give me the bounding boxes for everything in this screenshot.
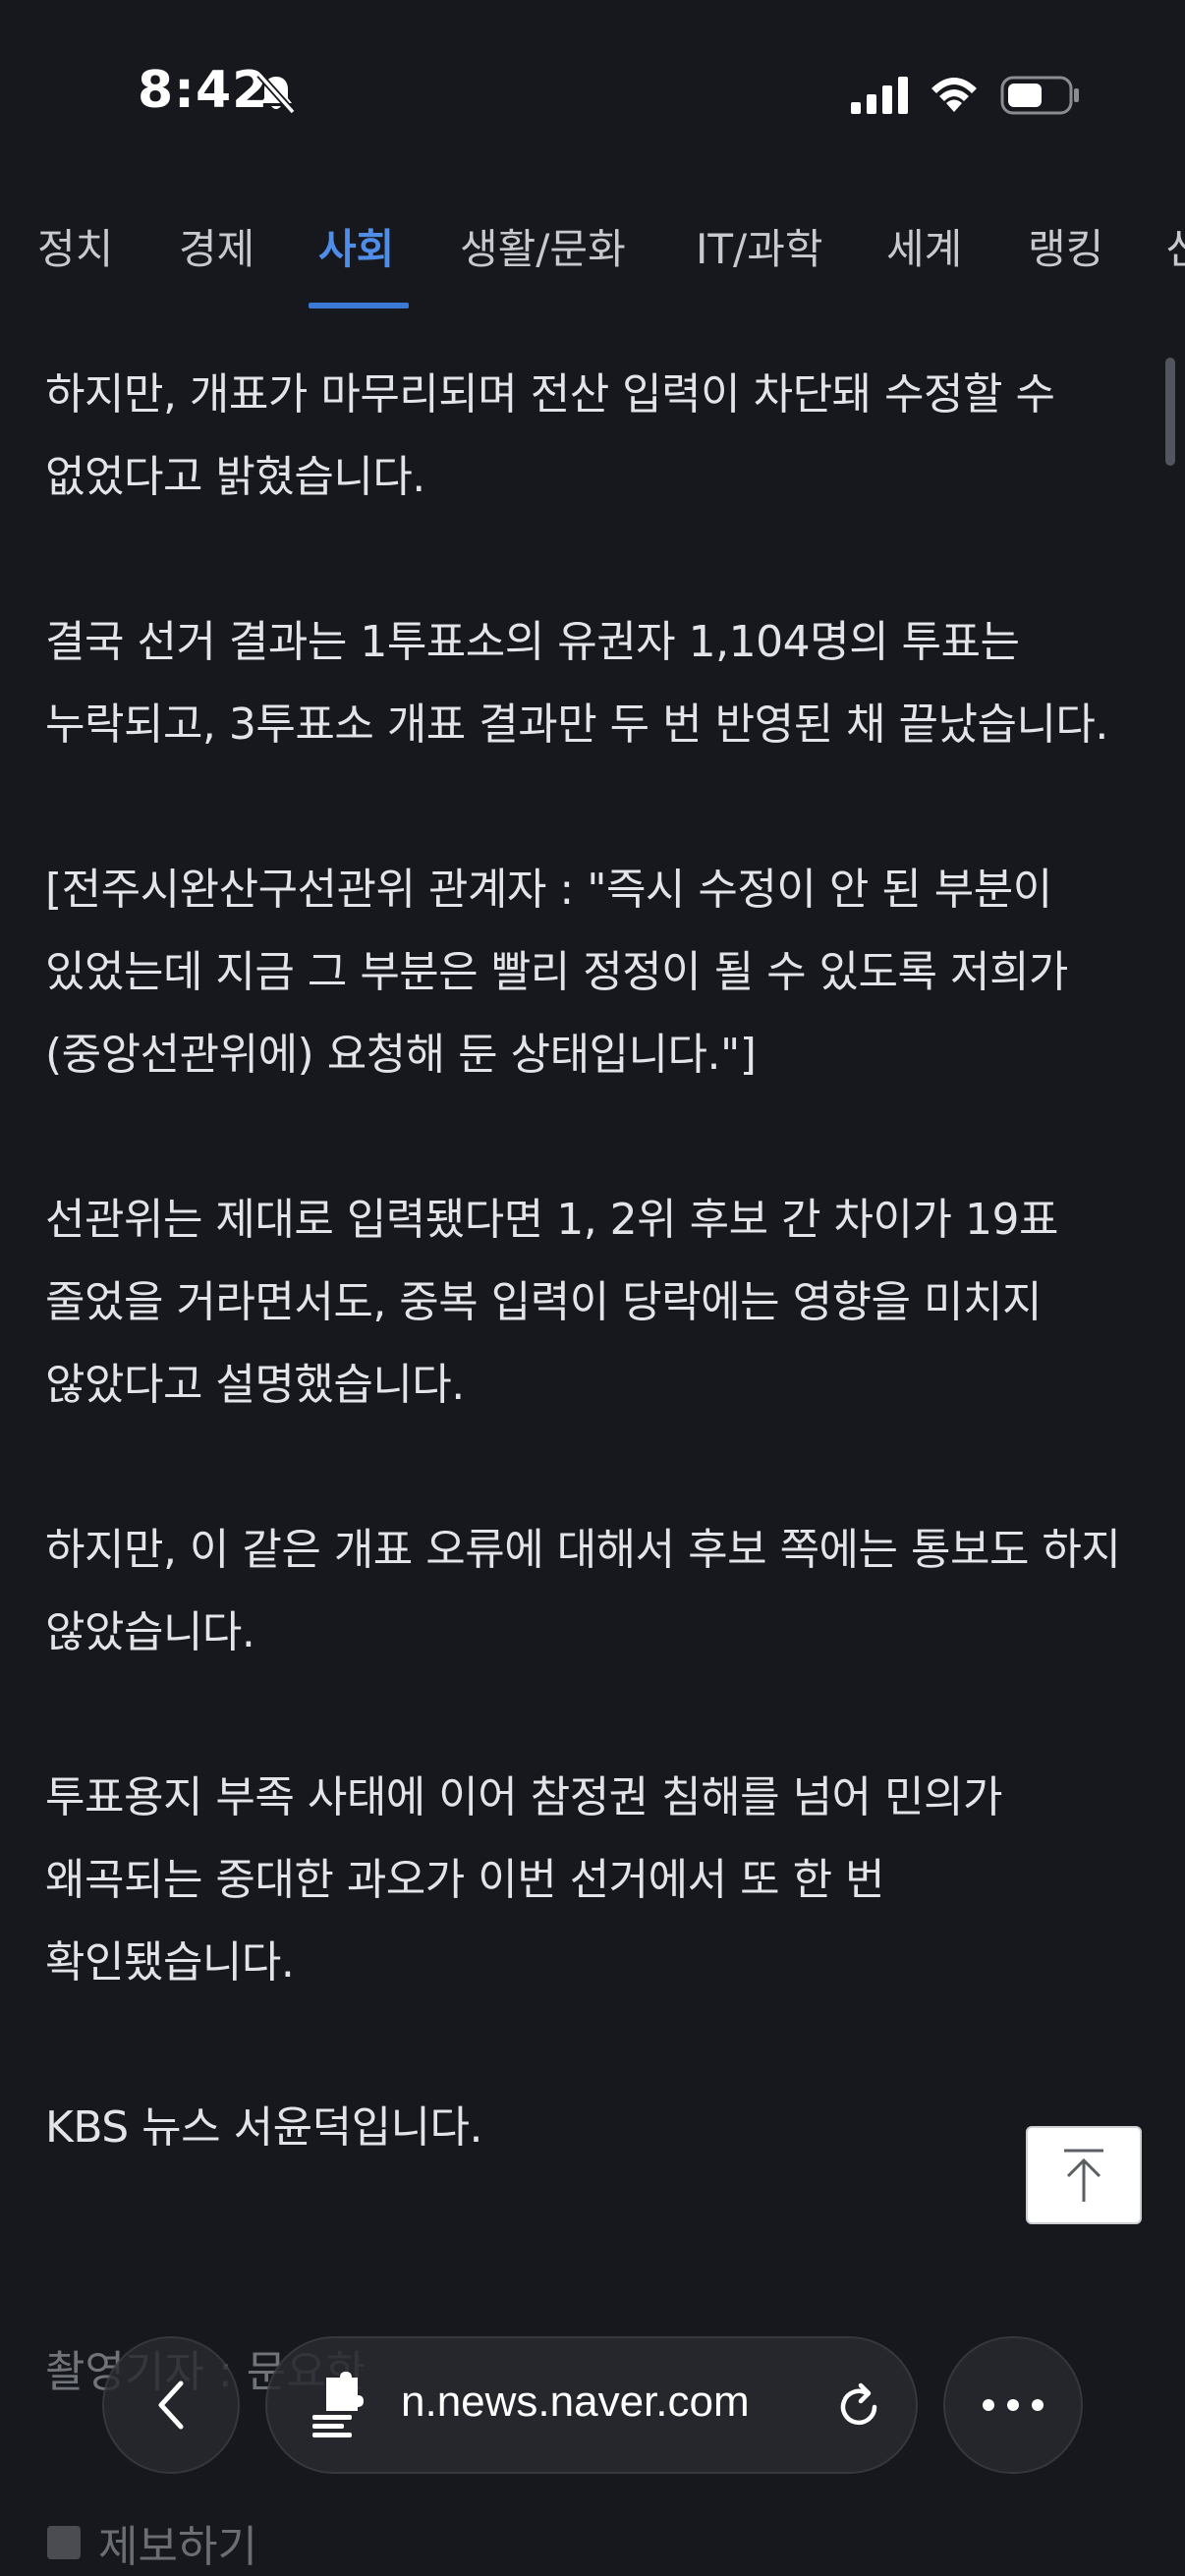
article-paragraph: 하지만, 이 같은 개표 오류에 대해서 후보 쪽에는 통보도 하지 않았습니다… bbox=[45, 1525, 1121, 1657]
checkbox-icon bbox=[47, 2526, 81, 2559]
article-paragraph: 선관위는 제대로 입력됐다면 1, 2위 후보 간 차이가 19표 줄었을 거라… bbox=[45, 1195, 1058, 1410]
address-bar[interactable]: n.news.naver.com bbox=[265, 2336, 918, 2474]
article-paragraph: 결국 선거 결과는 1투표소의 유권자 1,104명의 투표는 누락되고, 3투… bbox=[45, 617, 1108, 750]
wifi-icon bbox=[931, 78, 977, 112]
bell-muted-icon bbox=[256, 72, 296, 115]
tab-economy[interactable]: 경제 bbox=[179, 216, 254, 276]
reader-extension-icon bbox=[312, 2372, 364, 2437]
status-time: 8:42 bbox=[138, 61, 269, 120]
arrow-up-icon bbox=[1064, 2149, 1103, 2202]
ellipsis-icon bbox=[983, 2399, 1044, 2411]
scroll-to-top-button[interactable] bbox=[1026, 2126, 1142, 2224]
reload-icon[interactable] bbox=[831, 2380, 886, 2435]
article-byline: KBS 뉴스 서윤덕입니다. bbox=[45, 2102, 483, 2153]
report-link[interactable]: 제보하기 bbox=[47, 2511, 257, 2574]
url-text: n.news.naver.com bbox=[401, 2378, 750, 2426]
tab-politics[interactable]: 정치 bbox=[37, 216, 113, 276]
chevron-left-icon bbox=[158, 2380, 184, 2430]
tab-society[interactable]: 사회 bbox=[318, 216, 394, 276]
tab-it-science[interactable]: IT/과학 bbox=[696, 216, 822, 276]
article-quote-paragraph: [전주시완산구선관위 관계자 : "즉시 수정이 안 된 부분이 있었는데 지금… bbox=[45, 865, 1068, 1080]
tab-world[interactable]: 세계 bbox=[886, 216, 962, 276]
active-tab-indicator bbox=[309, 303, 409, 308]
tab-ranking[interactable]: 랭킹 bbox=[1028, 216, 1103, 276]
tab-partial[interactable]: 신 bbox=[1165, 216, 1185, 276]
cellular-signal-icon bbox=[851, 77, 908, 114]
tab-life-culture[interactable]: 생활/문화 bbox=[460, 216, 626, 276]
back-button[interactable] bbox=[102, 2336, 240, 2474]
category-tab-bar: 정치 경제 사회 생활/문화 IT/과학 세계 랭킹 신 bbox=[0, 187, 1185, 314]
article-paragraph: 하지만, 개표가 마무리되며 전산 입력이 차단돼 수정할 수 없었다고 밝혔습… bbox=[45, 369, 1055, 502]
more-options-button[interactable] bbox=[943, 2336, 1083, 2474]
article-body: 하지만, 개표가 마무리되며 전산 입력이 차단돼 수정할 수 없었다고 밝혔습… bbox=[45, 354, 1146, 2252]
scrollbar-thumb[interactable] bbox=[1165, 358, 1175, 466]
status-bar: 8:42 bbox=[0, 0, 1185, 187]
battery-icon bbox=[1000, 76, 1079, 115]
article-paragraph: 투표용지 부족 사태에 이어 참정권 침해를 넘어 민의가 왜곡되는 중대한 과… bbox=[45, 1772, 1002, 1988]
report-label: 제보하기 bbox=[98, 2522, 257, 2572]
